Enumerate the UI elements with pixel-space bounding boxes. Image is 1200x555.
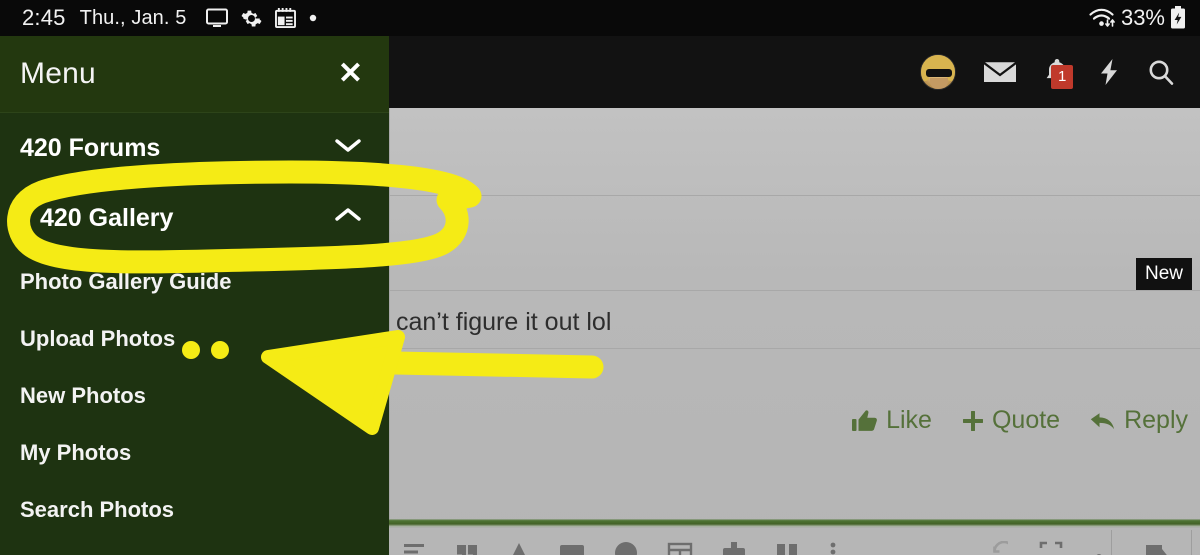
quote-button[interactable]: Quote xyxy=(962,406,1060,435)
sidebar-item-my-photos[interactable]: My Photos xyxy=(0,424,389,481)
page-title: Menu xyxy=(20,57,96,90)
mail-icon[interactable] xyxy=(984,60,1016,84)
status-clock: 2:45 xyxy=(22,5,66,30)
page-content: New can’t figure it out lol Like Quote R… xyxy=(388,108,1200,555)
screen: 2:45 Thu., Jan. 5 33% 1 New can’t figure… xyxy=(0,0,1200,555)
preview-icon[interactable] xyxy=(1144,541,1172,555)
post-body-text: can’t figure it out lol xyxy=(396,308,612,336)
bolt-icon[interactable] xyxy=(1098,58,1120,86)
battery-percent: 33% xyxy=(1120,5,1165,30)
columns-icon[interactable] xyxy=(775,541,799,555)
search-icon[interactable] xyxy=(1148,59,1174,86)
editor-toolbar-right xyxy=(982,528,1104,555)
wifi-updown-icon xyxy=(1088,7,1116,29)
sidebar-item-new-photos[interactable]: New Photos xyxy=(0,367,389,424)
content-divider-post xyxy=(388,290,1200,291)
status-bar-right: 33% xyxy=(1088,5,1200,31)
drawer-header: Menu ✕ xyxy=(0,36,389,112)
more-icon[interactable] xyxy=(828,541,838,555)
sidebar-group-label: 420 Gallery xyxy=(40,203,174,232)
quote-label: Quote xyxy=(991,406,1061,434)
chevron-down-icon[interactable] xyxy=(333,136,363,160)
sidebar-group-420-forums[interactable]: 420 Forums xyxy=(0,113,389,183)
dot-icon xyxy=(309,14,317,22)
status-notification-icons xyxy=(206,8,317,29)
smiley-icon[interactable] xyxy=(614,541,638,555)
dot-icon[interactable] xyxy=(1094,541,1104,555)
content-divider-actions xyxy=(388,348,1200,349)
editor-top-rule xyxy=(388,519,1200,528)
editor-toolbar-far xyxy=(1144,528,1172,555)
close-icon[interactable]: ✕ xyxy=(338,59,363,89)
editor-toolbar-left xyxy=(402,528,838,555)
monitor-icon xyxy=(206,8,229,28)
list-icon[interactable] xyxy=(402,541,426,555)
like-label: Like xyxy=(886,406,932,434)
avatar[interactable] xyxy=(920,54,956,90)
plus-icon xyxy=(962,410,984,432)
calendar-icon xyxy=(275,8,297,28)
like-button[interactable]: Like xyxy=(852,406,932,435)
image-icon[interactable] xyxy=(508,541,530,555)
reply-arrow-icon xyxy=(1090,410,1116,432)
alerts-button[interactable]: 1 xyxy=(1044,58,1074,89)
navigation-drawer: Menu ✕ 420 Forums 420 Gallery Photo Gall… xyxy=(0,36,389,555)
undo-icon[interactable] xyxy=(982,541,1008,555)
reply-label: Reply xyxy=(1124,406,1188,434)
status-bar: 2:45 Thu., Jan. 5 33% xyxy=(0,0,1200,36)
battery-charging-icon xyxy=(1170,6,1186,30)
gear-icon xyxy=(241,8,262,29)
avatar-sunglasses xyxy=(926,69,952,77)
sidebar-group-label: 420 Forums xyxy=(20,133,161,162)
sidebar-item-upload-photos[interactable]: Upload Photos xyxy=(0,310,389,367)
sidebar-item-label: New Photos xyxy=(20,382,146,408)
avatar-face xyxy=(930,78,948,89)
sidebar-item-search-photos[interactable]: Search Photos xyxy=(0,481,389,538)
reply-button[interactable]: Reply xyxy=(1090,406,1188,435)
chevron-up-icon[interactable] xyxy=(333,206,363,230)
fullscreen-icon[interactable] xyxy=(1039,541,1063,555)
toolbar-separator xyxy=(1111,530,1112,555)
alerts-badge: 1 xyxy=(1051,65,1074,89)
sidebar-group-420-gallery[interactable]: 420 Gallery xyxy=(0,183,389,253)
sidebar-item-label: Search Photos xyxy=(20,496,175,522)
attachment-icon[interactable] xyxy=(722,541,746,555)
content-divider-top xyxy=(388,195,1200,196)
toolbar-separator-right xyxy=(1191,530,1192,555)
sidebar-item-photo-gallery-guide[interactable]: Photo Gallery Guide xyxy=(0,253,389,310)
post-actions: Like Quote Reply xyxy=(852,406,1188,435)
status-date: Thu., Jan. 5 xyxy=(79,6,187,29)
thumbs-up-icon xyxy=(852,409,878,433)
sidebar-item-label: My Photos xyxy=(20,439,132,465)
status-bar-left: 2:45 Thu., Jan. 5 xyxy=(0,5,317,31)
sidebar-item-label: Upload Photos xyxy=(20,325,176,351)
media-icon[interactable] xyxy=(559,541,585,555)
sidebar-item-label: Photo Gallery Guide xyxy=(20,268,232,294)
header-icon-group: 1 xyxy=(920,36,1200,108)
table-icon[interactable] xyxy=(667,541,693,555)
quote-icon[interactable] xyxy=(455,541,479,555)
editor-toolbar xyxy=(388,528,1200,555)
status-badge: New xyxy=(1135,258,1192,290)
